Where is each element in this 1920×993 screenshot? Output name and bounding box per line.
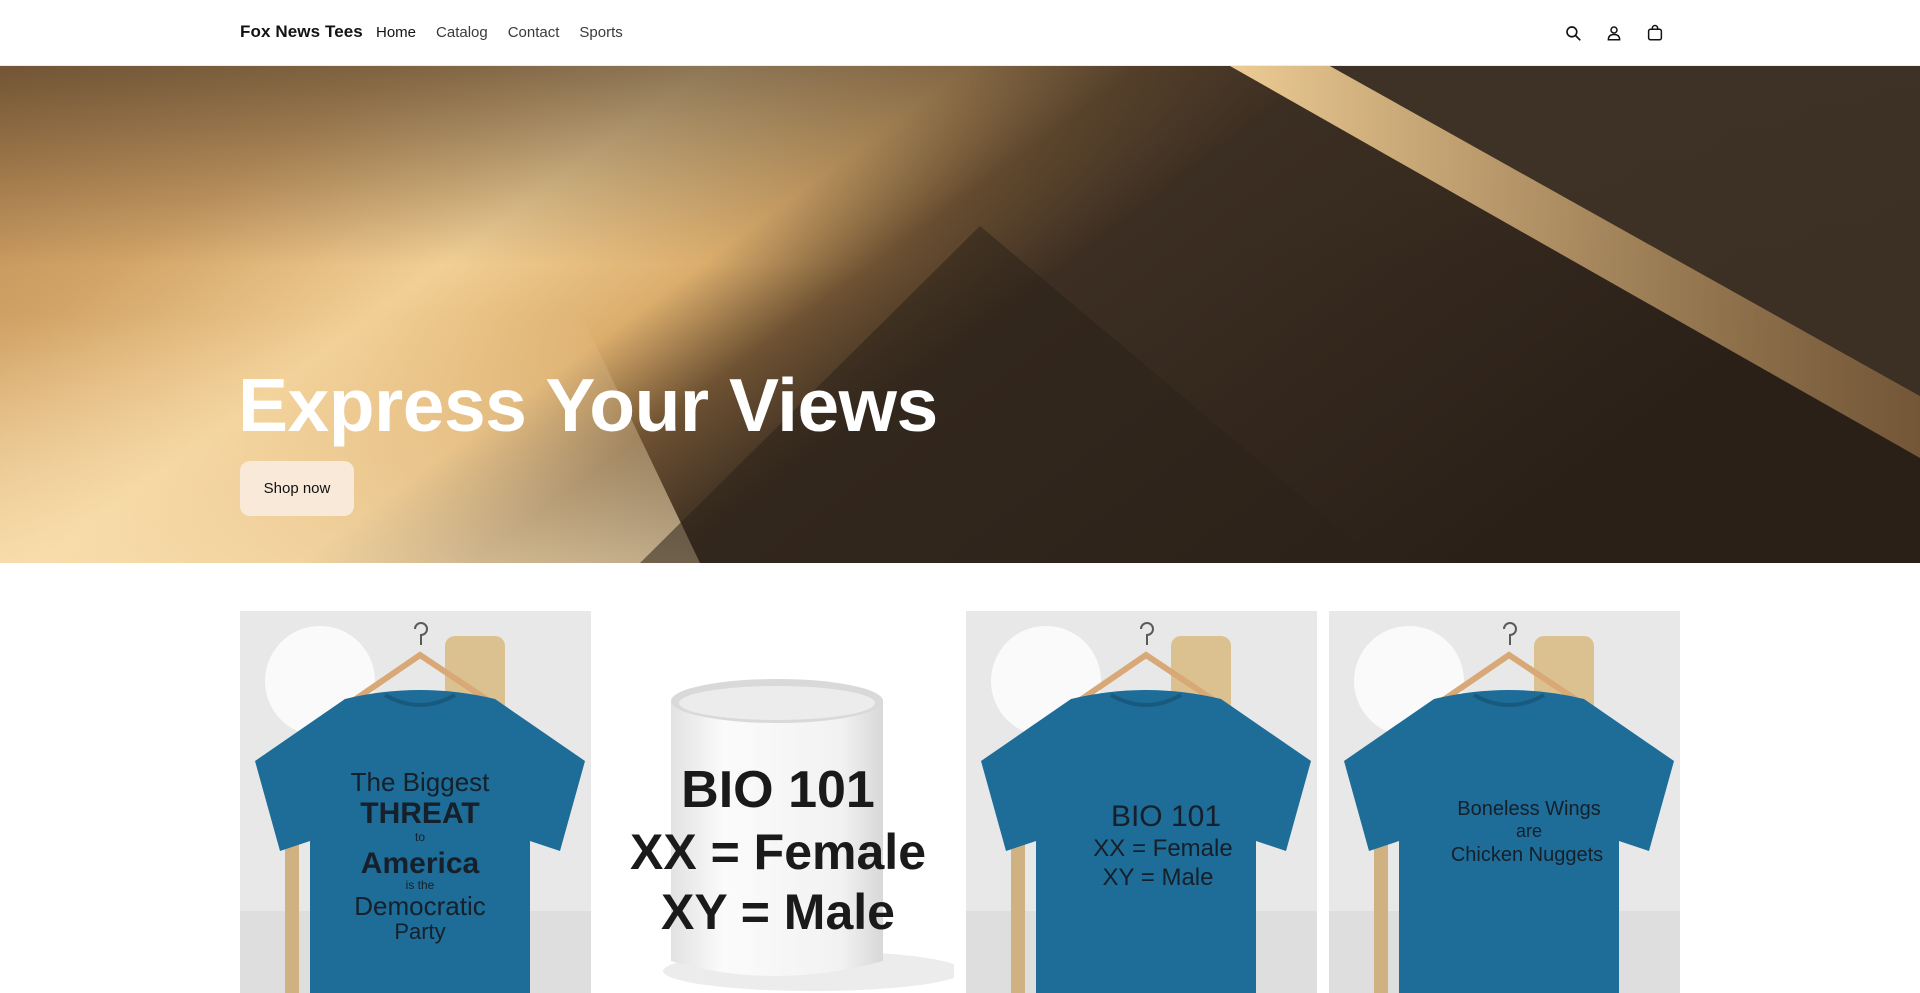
product-print-line: BIO 101 xyxy=(1111,800,1221,833)
product-print-line: Party xyxy=(394,919,445,944)
product-print-line: XX = Female xyxy=(630,824,926,880)
product-print-line: Boneless Wings xyxy=(1457,798,1600,820)
site-header: Fox News Tees Home Catalog Contact Sport… xyxy=(0,0,1920,66)
brand-logo[interactable]: Fox News Tees xyxy=(240,22,363,42)
product-card-threat-tee[interactable]: The Biggest THREAT to America is the Dem… xyxy=(240,611,591,993)
account-icon[interactable] xyxy=(1603,22,1625,44)
featured-products: The Biggest THREAT to America is the Dem… xyxy=(240,611,1680,993)
nav-home[interactable]: Home xyxy=(376,24,416,41)
product-print-line: are xyxy=(1516,821,1542,841)
main-nav: Home Catalog Contact Sports xyxy=(376,24,643,41)
hero-banner: Express Your Views Shop now xyxy=(0,66,1920,563)
product-card-wings-tee[interactable]: Boneless Wings are Chicken Nuggets xyxy=(1329,611,1680,993)
product-image: BIO 101 XX = Female XY = Male xyxy=(966,611,1317,993)
search-icon[interactable] xyxy=(1562,22,1584,44)
product-print-line: to xyxy=(415,830,425,844)
product-print-line: XY = Male xyxy=(661,884,895,940)
nav-catalog[interactable]: Catalog xyxy=(436,24,488,41)
product-card-bio-mug[interactable]: BIO 101 XX = Female XY = Male xyxy=(603,611,954,993)
product-print-line: THREAT xyxy=(360,797,479,830)
product-print-line: The Biggest xyxy=(351,767,491,797)
shop-now-button[interactable]: Shop now xyxy=(240,461,354,516)
product-image: Boneless Wings are Chicken Nuggets xyxy=(1329,611,1680,993)
hero-title: Express Your Views xyxy=(238,363,938,447)
product-print-line: Democratic xyxy=(354,891,485,921)
nav-contact[interactable]: Contact xyxy=(508,24,560,41)
cart-icon[interactable] xyxy=(1644,22,1666,44)
product-card-bio-tee[interactable]: BIO 101 XX = Female XY = Male xyxy=(966,611,1317,993)
product-print-line: America xyxy=(361,847,480,880)
product-image: BIO 101 XX = Female XY = Male xyxy=(603,611,954,993)
product-print-line: XX = Female xyxy=(1093,835,1232,862)
product-print-line: BIO 101 xyxy=(681,761,875,819)
header-icons xyxy=(1562,22,1685,44)
product-print-line: XY = Male xyxy=(1103,864,1214,891)
nav-sports[interactable]: Sports xyxy=(579,24,622,41)
product-image: The Biggest THREAT to America is the Dem… xyxy=(240,611,591,993)
product-print-line: is the xyxy=(406,878,435,892)
product-print-line: Chicken Nuggets xyxy=(1451,844,1603,866)
